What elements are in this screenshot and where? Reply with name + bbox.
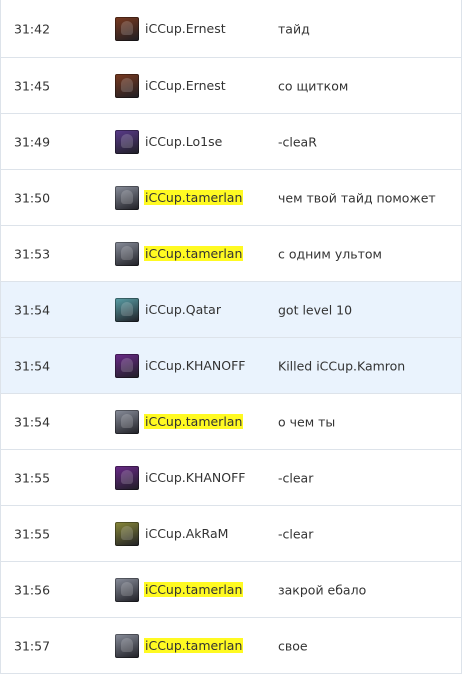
hero-icon-akram xyxy=(115,521,139,546)
player-name-link[interactable]: iCCup.tamerlan xyxy=(144,638,244,653)
hero-icon-tamerlan xyxy=(115,185,139,210)
hero-icon-tamerlan xyxy=(115,633,139,658)
chat-time: 31:54 xyxy=(14,414,51,429)
chat-message: свое xyxy=(278,638,308,653)
chat-message: закрой ебало xyxy=(278,582,367,597)
chat-log-table: 31:42 iCCup.Ernest тайд 31:45 iCCup.Ernest со… xyxy=(0,0,462,674)
player-cell: iCCup.tamerlan xyxy=(115,185,244,210)
chat-row: 31:55 iCCup.KHANOFF -clear xyxy=(1,450,461,506)
chat-time: 31:53 xyxy=(14,246,51,261)
hero-icon-tamerlan xyxy=(115,241,139,266)
hero-icon-ernest xyxy=(115,73,139,98)
player-cell: iCCup.Lo1se xyxy=(115,129,223,154)
hero-icon-ernest xyxy=(115,16,139,41)
chat-row: 31:50 iCCup.tamerlan чем твой тайд поможет xyxy=(1,170,461,226)
chat-message: со щитком xyxy=(278,78,349,93)
player-cell: iCCup.KHANOFF xyxy=(115,465,246,490)
player-name-link[interactable]: iCCup.Ernest xyxy=(144,78,227,93)
chat-row: 31:49 iCCup.Lo1se -cleaR xyxy=(1,114,461,170)
chat-row: 31:53 iCCup.tamerlan с одним ультом xyxy=(1,226,461,282)
chat-row: 31:54 iCCup.KHANOFF Killed iCCup.Kamron xyxy=(1,338,461,394)
chat-row: 31:54 iCCup.tamerlan о чем ты xyxy=(1,394,461,450)
chat-time: 31:54 xyxy=(14,358,51,373)
hero-icon-lo1se xyxy=(115,129,139,154)
system-event-text: got level 10 xyxy=(278,302,353,317)
player-name-link[interactable]: iCCup.Qatar xyxy=(144,302,222,317)
chat-time: 31:50 xyxy=(14,190,51,205)
chat-message: с одним ультом xyxy=(278,246,382,261)
player-cell: iCCup.Ernest xyxy=(115,73,227,98)
player-cell: iCCup.tamerlan xyxy=(115,633,244,658)
player-cell: iCCup.AkRaM xyxy=(115,521,229,546)
player-name-link[interactable]: iCCup.AkRaM xyxy=(144,526,229,541)
player-cell: iCCup.tamerlan xyxy=(115,409,244,434)
chat-row: 31:54 iCCup.Qatar got level 10 xyxy=(1,282,461,338)
chat-message: тайд xyxy=(278,21,310,36)
chat-row: 31:45 iCCup.Ernest со щитком xyxy=(1,58,461,114)
chat-time: 31:49 xyxy=(14,134,51,149)
player-cell: iCCup.KHANOFF xyxy=(115,353,246,378)
player-cell: iCCup.tamerlan xyxy=(115,241,244,266)
player-name-link[interactable]: iCCup.tamerlan xyxy=(144,414,244,429)
player-cell: iCCup.tamerlan xyxy=(115,577,244,602)
hero-icon-tamerlan xyxy=(115,409,139,434)
chat-time: 31:56 xyxy=(14,582,51,597)
chat-message: -clear xyxy=(278,526,314,541)
player-name-link[interactable]: iCCup.KHANOFF xyxy=(144,358,246,373)
player-cell: iCCup.Ernest xyxy=(115,16,227,41)
chat-time: 31:55 xyxy=(14,470,51,485)
chat-time: 31:54 xyxy=(14,302,51,317)
system-event-text: Killed iCCup.Kamron xyxy=(278,358,406,373)
chat-time: 31:57 xyxy=(14,638,51,653)
chat-message: -cleaR xyxy=(278,134,317,149)
chat-time: 31:42 xyxy=(14,21,51,36)
chat-message: о чем ты xyxy=(278,414,336,429)
player-name-link[interactable]: iCCup.Ernest xyxy=(144,21,227,36)
hero-icon-khanoff xyxy=(115,353,139,378)
chat-message: чем твой тайд поможет xyxy=(278,190,436,205)
chat-message: -clear xyxy=(278,470,314,485)
chat-row: 31:42 iCCup.Ernest тайд xyxy=(1,0,461,58)
player-name-link[interactable]: iCCup.tamerlan xyxy=(144,190,244,205)
player-name-link[interactable]: iCCup.KHANOFF xyxy=(144,470,246,485)
player-name-link[interactable]: iCCup.tamerlan xyxy=(144,246,244,261)
hero-icon-qatar xyxy=(115,297,139,322)
player-name-link[interactable]: iCCup.tamerlan xyxy=(144,582,244,597)
chat-time: 31:55 xyxy=(14,526,51,541)
player-name-link[interactable]: iCCup.Lo1se xyxy=(144,134,223,149)
hero-icon-khanoff xyxy=(115,465,139,490)
chat-time: 31:45 xyxy=(14,78,51,93)
chat-row: 31:55 iCCup.AkRaM -clear xyxy=(1,506,461,562)
player-cell: iCCup.Qatar xyxy=(115,297,222,322)
hero-icon-tamerlan xyxy=(115,577,139,602)
chat-row: 31:56 iCCup.tamerlan закрой ебало xyxy=(1,562,461,618)
chat-row: 31:57 iCCup.tamerlan свое xyxy=(1,618,461,674)
